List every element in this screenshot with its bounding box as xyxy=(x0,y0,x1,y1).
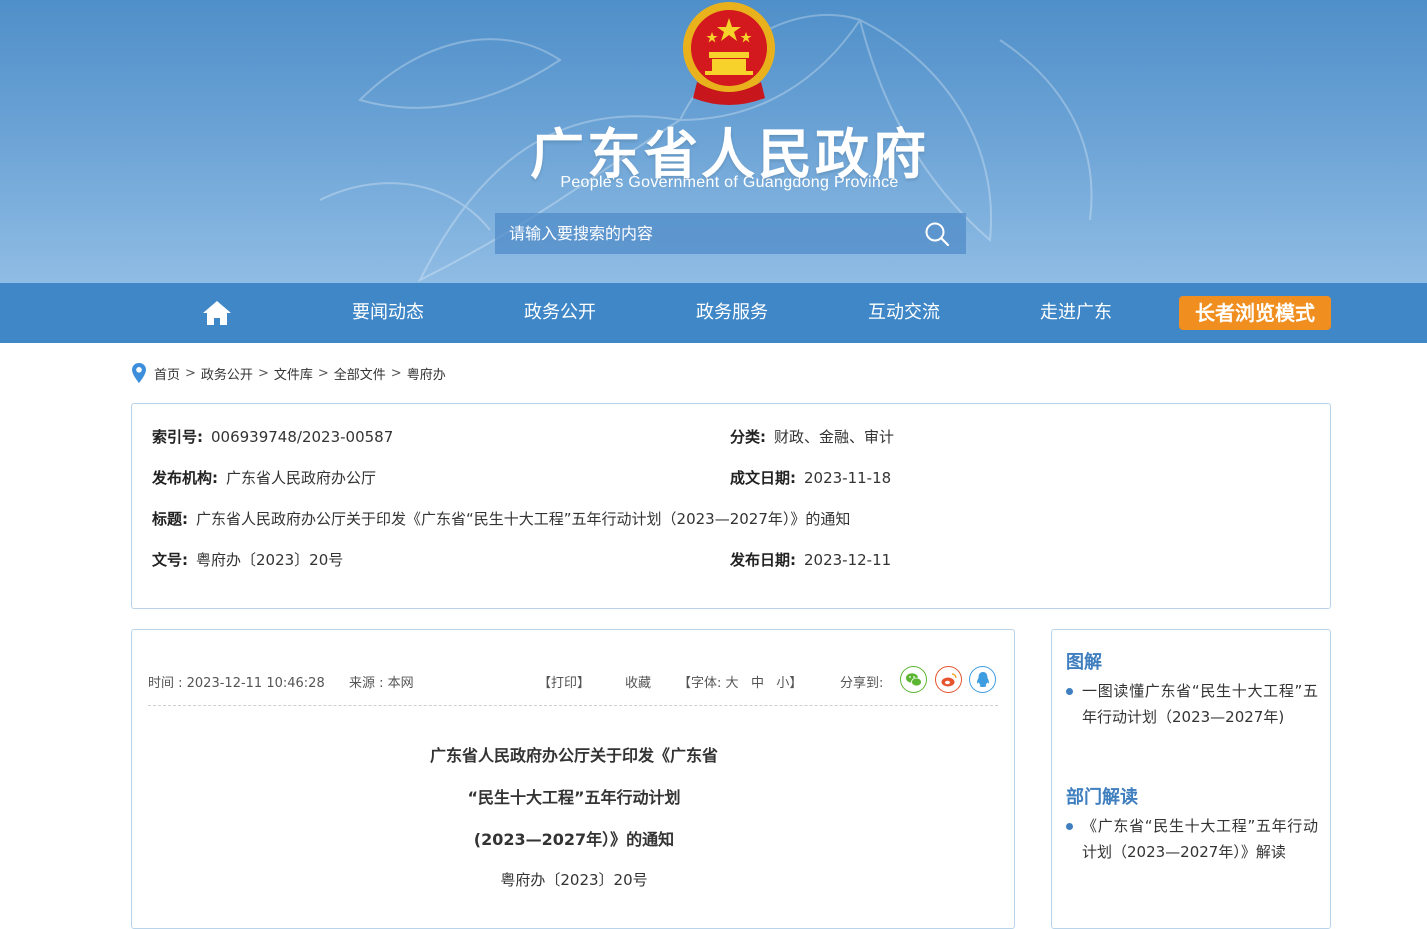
font-size-spacer xyxy=(764,676,776,691)
share-weibo-button[interactable] xyxy=(935,666,962,693)
article-title-line-2: “民生十大工程”五年行动计划 xyxy=(467,788,681,807)
qq-icon xyxy=(976,671,989,687)
font-size-suffix: 】 xyxy=(789,676,803,691)
info-doc-number-value: 粤府办〔2023〕20号 xyxy=(196,551,344,569)
info-written-date-label: 成文日期: xyxy=(730,469,796,487)
wechat-icon xyxy=(905,672,922,686)
breadcrumb-separator: > xyxy=(185,365,196,381)
emblem-icon xyxy=(683,2,775,105)
breadcrumb-separator: > xyxy=(317,365,329,381)
info-category-label: 分类: xyxy=(730,428,766,446)
search-bar xyxy=(495,213,966,254)
info-category: 分类: 财政、金融、审计 xyxy=(730,426,894,447)
sidebar-interpretation-title: 部门解读 xyxy=(1066,787,1138,808)
nav-item-services[interactable]: 政务服务 xyxy=(662,283,802,343)
info-publisher-label: 发布机构: xyxy=(152,469,218,487)
search-button[interactable] xyxy=(908,213,966,254)
share-qq-button[interactable] xyxy=(969,666,996,693)
sidebar: 图解 一图读懂广东省“民生十大工程”五年行动计划（2023—2027年) 部门解… xyxy=(1051,629,1331,929)
print-button[interactable]: 【打印】 xyxy=(538,672,590,691)
font-large-button[interactable]: 大 xyxy=(726,676,739,691)
info-category-value: 财政、金融、审计 xyxy=(774,428,895,446)
nav-item-about-guangdong[interactable]: 走进广东 xyxy=(1006,283,1146,343)
breadcrumb-document-library[interactable]: 文件库 xyxy=(274,364,313,383)
site-subtitle: People's Government of Guangdong Provinc… xyxy=(560,174,899,191)
info-index-value: 006939748/2023-00587 xyxy=(211,428,394,446)
share-label: 分享到: xyxy=(840,676,884,691)
info-doc-number-label: 文号: xyxy=(152,551,188,569)
breadcrumb-gov-affairs[interactable]: 政务公开 xyxy=(201,364,253,383)
info-title-value: 广东省人民政府办公厅关于印发《广东省“民生十大工程”五年行动计划（2023—20… xyxy=(196,510,851,528)
info-title-label: 标题: xyxy=(152,510,188,528)
info-doc-number: 文号: 粤府办〔2023〕20号 xyxy=(152,549,343,570)
favorite-button[interactable]: 收藏 xyxy=(625,672,651,691)
breadcrumb: 首页 > 政务公开 > 文件库 > 全部文件 > 粤府办 xyxy=(131,362,446,384)
info-written-date: 成文日期: 2023-11-18 xyxy=(730,467,891,488)
elder-mode-button[interactable]: 长者浏览模式 xyxy=(1179,296,1331,330)
breadcrumb-separator: > xyxy=(390,365,402,381)
breadcrumb-home[interactable]: 首页 xyxy=(154,364,180,383)
article-toolbar: 时间 : 2023-12-11 10:46:28 来源 : 本网 【打印】 收藏… xyxy=(148,666,998,706)
article-doc-number: 粤府办〔2023〕20号 xyxy=(500,871,648,889)
info-index: 索引号: 006939748/2023-00587 xyxy=(152,426,393,447)
sidebar-graphic-link[interactable]: 一图读懂广东省“民生十大工程”五年行动计划（2023—2027年) xyxy=(1066,678,1318,730)
info-publisher: 发布机构: 广东省人民政府办公厅 xyxy=(152,467,376,488)
font-size-prefix: 【字体: xyxy=(678,676,726,691)
sidebar-interpretation-link[interactable]: 《广东省“民生十大工程”五年行动计划（2023—2027年）》解读 xyxy=(1066,813,1318,865)
home-icon xyxy=(203,301,231,325)
weibo-icon xyxy=(941,672,957,686)
info-written-date-value: 2023-11-18 xyxy=(804,469,892,487)
sidebar-graphic-title: 图解 xyxy=(1066,652,1102,673)
search-input[interactable] xyxy=(495,213,908,254)
info-publish-date-value: 2023-12-11 xyxy=(804,551,892,569)
article-time: 时间 : 2023-12-11 10:46:28 xyxy=(148,676,325,691)
breadcrumb-separator: > xyxy=(257,365,269,381)
info-publish-date: 发布日期: 2023-12-11 xyxy=(730,549,891,570)
font-medium-button[interactable]: 中 xyxy=(751,676,764,691)
info-publisher-value: 广东省人民政府办公厅 xyxy=(226,469,377,487)
nav-item-news[interactable]: 要闻动态 xyxy=(318,283,458,343)
font-size-controls: 【字体: 大 中 小】 xyxy=(678,672,802,691)
font-size-spacer xyxy=(739,676,751,691)
info-index-label: 索引号: xyxy=(152,428,203,446)
site-header: 广东省人民政府 People's Government of Guangdong… xyxy=(0,0,1427,283)
nav-item-gov-affairs[interactable]: 政务公开 xyxy=(490,283,630,343)
font-small-button[interactable]: 小 xyxy=(776,676,789,691)
article-source: 来源 : 本网 xyxy=(349,676,414,691)
nav-item-interaction[interactable]: 互动交流 xyxy=(834,283,974,343)
article-title-line-3: (2023—2027年）》的通知 xyxy=(473,830,675,849)
info-publish-date-label: 发布日期: xyxy=(730,551,796,569)
share-wechat-button[interactable] xyxy=(900,666,927,693)
location-pin-icon xyxy=(132,363,146,383)
breadcrumb-all-documents[interactable]: 全部文件 xyxy=(334,364,386,383)
article-title-line-1: 广东省人民政府办公厅关于印发《广东省 xyxy=(429,746,718,765)
search-icon xyxy=(925,222,950,246)
nav-home[interactable] xyxy=(196,298,238,328)
document-info-box: 索引号: 006939748/2023-00587 分类: 财政、金融、审计 发布机… xyxy=(131,403,1331,609)
article-panel: 时间 : 2023-12-11 10:46:28 来源 : 本网 【打印】 收藏… xyxy=(131,629,1015,929)
info-title: 标题: 广东省人民政府办公厅关于印发《广东省“民生十大工程”五年行动计划（2023… xyxy=(152,508,850,529)
breadcrumb-current[interactable]: 粤府办 xyxy=(407,364,446,383)
